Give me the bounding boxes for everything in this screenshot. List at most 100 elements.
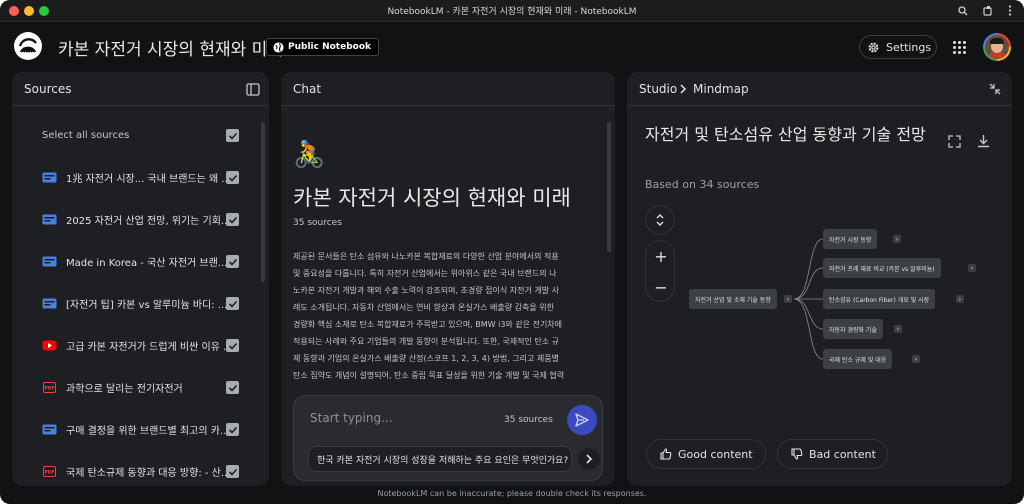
source-item[interactable]: 2025 자전거 산업 전망, 위기는 기회... (42, 209, 239, 229)
thumbs-up-icon (660, 448, 672, 460)
select-all-label: Select all sources (42, 129, 130, 141)
app-window: NotebookLM - 카본 자전거 시장의 현재와 미래 - Noteboo… (0, 0, 1024, 504)
source-item[interactable]: PDF 국제 탄소규제 동향과 대응 방향: - 산... (42, 461, 239, 481)
public-notebook-label: Public Notebook (288, 42, 371, 52)
search-icon[interactable] (958, 6, 968, 16)
sources-scrollbar[interactable] (261, 122, 265, 282)
source-checkbox[interactable] (226, 297, 239, 310)
document-icon (42, 172, 57, 182)
mindmap-child-node[interactable]: 자전거 시장 동향 (823, 229, 878, 249)
summary-line: 적용되는 사례와 주요 기업들의 개발 동향이 분석됩니다. 또한, 국제적인 … (293, 337, 560, 346)
source-item-label: Made in Korea - 국산 자전거 브랜... (66, 257, 228, 269)
source-item[interactable]: PDF 과학으로 달리는 전기자전거 (42, 377, 239, 397)
source-item[interactable]: 구매 결정을 위한 브랜드별 최고의 카... (42, 419, 239, 439)
summary-line: 탄소 집약도 개념이 설명되어, 탄소 중립 목표 달성을 위한 기술 개발 및… (293, 371, 565, 380)
window-title: NotebookLM - 카본 자전거 시장의 현재와 미래 - Noteboo… (387, 7, 637, 17)
mindmap-expand-arrow[interactable]: › (956, 295, 964, 303)
next-suggestion-button[interactable] (578, 448, 600, 470)
summary-line: 경량화 핵심 소재로 탄소 복합재료가 주목받고 있으며, BMW i3와 같은… (293, 320, 563, 329)
chevron-right-icon (586, 454, 593, 464)
globe-icon (273, 41, 284, 53)
chat-input-placeholder[interactable]: Start typing... (310, 411, 393, 425)
chat-panel-header: Chat (281, 72, 615, 106)
select-all-row[interactable]: Select all sources (42, 125, 239, 145)
mindmap-expand-arrow[interactable]: › (968, 264, 976, 272)
summary-line: 노카본 자전거 개발과 해외 수출 노력이 강조되며, 초경량 접이식 자전거 … (293, 286, 560, 295)
suggested-question[interactable]: 한국 카본 자전거 시장의 성장을 저해하는 주요 요인은 무엇인가요? (308, 446, 572, 472)
studio-panel: Studio Mindmap 자전거 및 탄소섬유 산업 동향과 기술 전망 B… (627, 72, 1012, 486)
source-item[interactable]: 고급 카본 자전거가 드럽게 비싼 이유 ... (42, 335, 239, 355)
chat-title: Chat (293, 82, 322, 96)
notebook-summary: 제공된 문서들은 탄소 섬유와 나노카본 복합재료의 다양한 산업 분야에서의 … (293, 248, 597, 384)
send-icon (575, 413, 589, 427)
more-vertical-icon[interactable] (1008, 5, 1012, 16)
sources-panel: Sources Select all sources 1兆 자전거 시장... … (12, 72, 269, 486)
good-content-button[interactable]: Good content (646, 439, 766, 469)
mindmap-expand-arrow[interactable]: › (912, 355, 920, 363)
source-item-label: 1兆 자전거 시장... 국내 브랜드는 왜 ... (66, 173, 231, 185)
document-icon (42, 298, 57, 308)
source-checkbox[interactable] (226, 465, 239, 478)
notebook-title[interactable]: 카본 자전거 시장의 현재와 미래 (58, 35, 283, 60)
bad-content-button[interactable]: Bad content (777, 439, 888, 469)
apps-grid-icon[interactable] (953, 41, 966, 54)
chat-notebook-title: 카본 자전거 시장의 현재와 미래 (293, 186, 571, 210)
disclaimer-footer: NotebookLM can be inaccurate; please dou… (377, 489, 647, 498)
mindmap-child-node[interactable]: 국제 탄소 규제 및 대응 (823, 349, 893, 369)
thumbs-down-icon (791, 448, 803, 460)
document-icon (42, 214, 57, 224)
chat-input-box[interactable]: Start typing... 35 sources 한국 카본 자전거 시장의… (293, 395, 603, 481)
avatar-photo (985, 35, 1009, 59)
summary-line: 제공된 문서들은 탄소 섬유와 나노카본 복합재료의 다양한 산업 분야에서의 … (293, 252, 559, 261)
source-item-label: 고급 카본 자전거가 드럽게 비싼 이유 ... (66, 341, 233, 353)
chat-scrollbar[interactable] (607, 122, 611, 252)
chat-source-count: 35 sources (293, 218, 342, 228)
source-checkbox[interactable] (226, 423, 239, 436)
chat-panel: Chat 🚴 카본 자전거 시장의 현재와 미래 35 sources 제공된 … (281, 72, 615, 486)
mindmap-expand-arrow[interactable]: › (894, 325, 902, 333)
source-item-label: [자전거 팁] 카본 vs 알루미늄 바디: ... (66, 299, 228, 311)
app-header: 카본 자전거 시장의 현재와 미래 Public Notebook Settin… (0, 22, 1024, 72)
mindmap-connectors (793, 238, 824, 360)
document-icon (42, 256, 57, 266)
chat-input-source-count: 35 sources (504, 415, 553, 425)
public-notebook-badge[interactable]: Public Notebook (266, 38, 379, 56)
window-titlebar: NotebookLM - 카본 자전거 시장의 현재와 미래 - Noteboo… (0, 0, 1024, 22)
extensions-icon[interactable] (983, 5, 994, 16)
send-button[interactable] (567, 405, 597, 435)
source-checkbox[interactable] (226, 339, 239, 352)
collapse-panel-icon[interactable] (246, 83, 260, 96)
source-checkbox[interactable] (226, 255, 239, 268)
source-item-label: 구매 결정을 위한 브랜드별 최고의 카... (66, 425, 230, 437)
summary-line: 제 동향과 기업의 온실가스 배출량 산정(스코프 1, 2, 3, 4) 방법… (293, 354, 560, 363)
settings-label: Settings (886, 40, 932, 54)
source-item[interactable]: [자전거 팁] 카본 vs 알루미늄 바디: ... (42, 293, 239, 313)
pdf-icon: PDF (43, 465, 56, 477)
source-item-label: 과학으로 달리는 전기자전거 (66, 383, 183, 395)
notebook-emoji: 🚴 (293, 140, 326, 170)
sources-title: Sources (24, 82, 72, 96)
mindmap-child-node[interactable]: 탄소섬유 (Carbon Fiber) 개요 및 시장 (823, 289, 936, 309)
gear-icon (868, 42, 879, 52)
youtube-icon (42, 340, 57, 350)
summary-line: 및 중요성을 다룹니다. 특히 자전거 산업에서는 위아위스 같은 국내 브랜드… (293, 269, 557, 278)
source-checkbox[interactable] (226, 381, 239, 394)
notebooklm-logo[interactable] (14, 32, 42, 60)
source-item-label: 2025 자전거 산업 전망, 위기는 기회... (66, 215, 231, 227)
settings-button[interactable]: Settings (859, 35, 937, 59)
mindmap-root-node[interactable]: 자전거 산업 및 소재 기술 동향 (689, 289, 777, 309)
select-all-checkbox[interactable] (226, 129, 239, 142)
source-checkbox[interactable] (226, 171, 239, 184)
document-icon (42, 424, 57, 434)
avatar[interactable] (983, 33, 1011, 61)
mindmap-expand-arrow[interactable]: › (893, 235, 901, 243)
source-item[interactable]: Made in Korea - 국산 자전거 브랜... (42, 251, 239, 271)
source-checkbox[interactable] (226, 213, 239, 226)
source-item[interactable]: 1兆 자전거 시장... 국내 브랜드는 왜 ... (42, 167, 239, 187)
svg-text:PDF: PDF (44, 469, 54, 475)
bad-content-label: Bad content (809, 447, 876, 461)
pdf-icon: PDF (43, 381, 56, 393)
mindmap-root-collapse[interactable]: ‹ (784, 295, 792, 303)
mindmap-child-node[interactable]: 자동차 경량화 기술 (823, 319, 883, 339)
mindmap-child-node[interactable]: 자전거 프레 재료 비교 (카본 vs 알루미늄) (823, 258, 941, 278)
